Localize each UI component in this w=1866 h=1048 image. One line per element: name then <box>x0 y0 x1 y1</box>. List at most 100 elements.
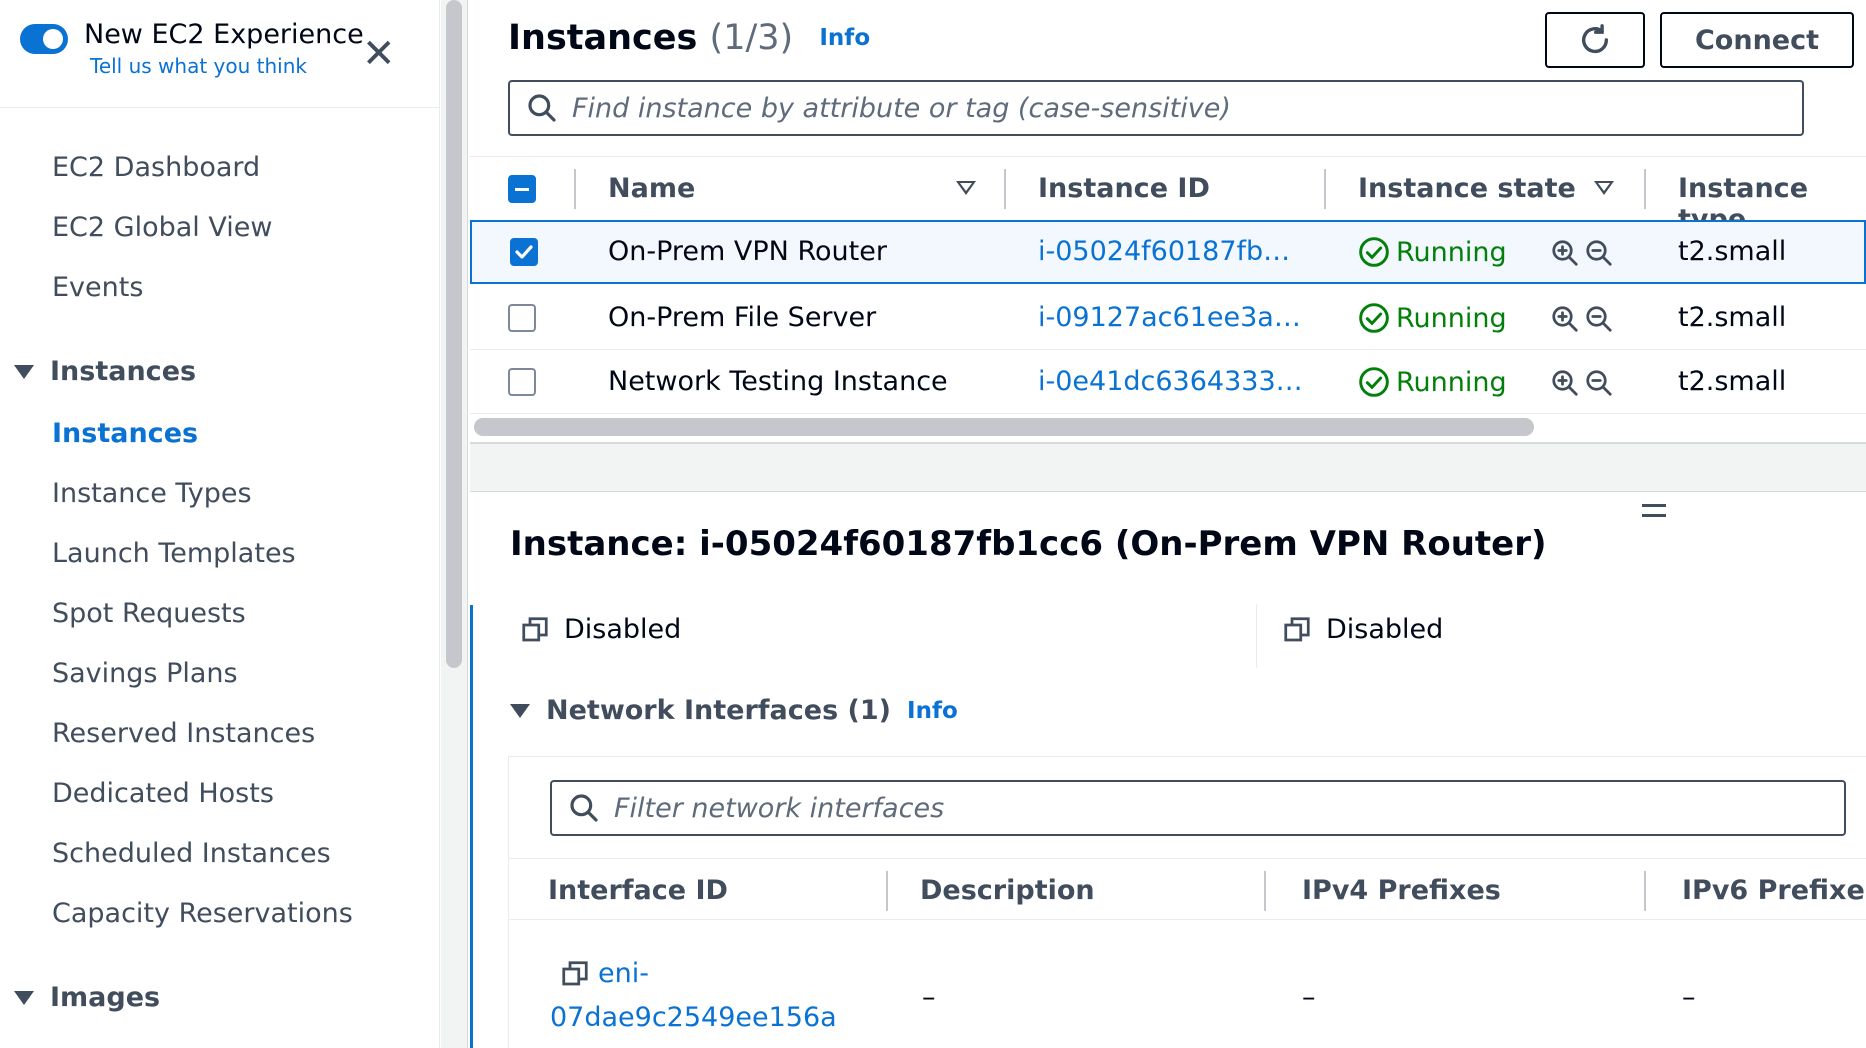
sidebar-item-events[interactable]: Events <box>52 272 143 303</box>
refresh-button[interactable] <box>1545 12 1645 68</box>
column-separator[interactable] <box>1644 169 1646 209</box>
info-link[interactable]: Info <box>819 25 870 51</box>
column-separator[interactable] <box>1004 169 1006 209</box>
refresh-icon <box>1581 24 1609 54</box>
sidebar-item-instances[interactable]: Instances <box>52 418 198 449</box>
sidebar-item-ec2-dashboard[interactable]: EC2 Dashboard <box>52 152 260 183</box>
search-placeholder: Find instance by attribute or tag (case-… <box>572 92 1231 124</box>
column-header-interface-id[interactable]: Interface ID <box>548 875 728 906</box>
sidebar-section-instances[interactable]: Instances <box>14 356 196 387</box>
filter-placeholder: Filter network interfaces <box>614 792 945 824</box>
ec2-console: New EC2 Experience Tell us what you thin… <box>0 0 1866 1048</box>
column-header-ipv6-prefixes[interactable]: IPv6 Prefixes <box>1682 875 1866 906</box>
filter-icon[interactable] <box>956 181 976 195</box>
copy-icon[interactable] <box>1282 615 1312 645</box>
sidebar-item-reserved-instances[interactable]: Reserved Instances <box>52 718 315 749</box>
sidebar-item-instance-types[interactable]: Instance Types <box>52 478 252 509</box>
split-panel-divider[interactable] <box>470 442 1866 492</box>
copy-icon[interactable] <box>560 959 590 989</box>
new-experience-label: New EC2 Experience <box>84 19 364 50</box>
instance-type: t2.small <box>1678 302 1787 333</box>
search-icon <box>528 94 556 122</box>
interface-id-cell: eni- <box>560 958 649 989</box>
detail-item-disabled: Disabled <box>520 614 681 645</box>
column-header-description[interactable]: Description <box>920 875 1095 906</box>
sidebar-scrollbar-thumb[interactable] <box>446 0 462 668</box>
sidebar-item-launch-templates[interactable]: Launch Templates <box>52 538 296 569</box>
instance-state: Running <box>1358 366 1507 398</box>
column-header-instance-state[interactable]: Instance state <box>1358 173 1576 204</box>
new-experience-text: New EC2 Experience Tell us what you thin… <box>84 18 364 80</box>
sidebar-item-capacity-reservations[interactable]: Capacity Reservations <box>52 898 353 929</box>
table-horizontal-scrollbar[interactable] <box>474 418 1534 436</box>
new-experience-toggle[interactable] <box>20 24 68 54</box>
instance-id-link[interactable]: i-0e41dc6364333… <box>1038 366 1303 397</box>
check-icon <box>515 245 533 259</box>
instance-state-text: Running <box>1396 236 1507 268</box>
copy-icon[interactable] <box>520 615 550 645</box>
row-checkbox[interactable] <box>510 238 538 266</box>
table-row[interactable]: On-Prem VPN Router i-05024f60187fb… Runn… <box>470 220 1866 284</box>
zoom-out-icon[interactable] <box>1584 304 1614 334</box>
instance-name: Network Testing Instance <box>608 366 948 397</box>
zoom-in-icon[interactable] <box>1550 304 1580 334</box>
column-separator <box>574 169 576 209</box>
sidebar-divider <box>0 107 440 108</box>
drag-handle-icon[interactable] <box>1642 504 1666 524</box>
sidebar-item-scheduled-instances[interactable]: Scheduled Instances <box>52 838 331 869</box>
feedback-link[interactable]: Tell us what you think <box>90 52 364 80</box>
success-check-icon <box>1359 367 1389 397</box>
search-icon <box>570 794 598 822</box>
column-separator[interactable] <box>1324 169 1326 209</box>
sidebar-item-savings-plans[interactable]: Savings Plans <box>52 658 238 689</box>
sidebar-item-ec2-global-view[interactable]: EC2 Global View <box>52 212 272 243</box>
column-separator[interactable] <box>1264 871 1266 911</box>
connect-button[interactable]: Connect <box>1660 12 1854 68</box>
instance-search-input[interactable]: Find instance by attribute or tag (case-… <box>508 80 1804 136</box>
zoom-in-icon[interactable] <box>1550 238 1580 268</box>
caret-down-icon <box>14 364 34 379</box>
row-checkbox[interactable] <box>508 368 536 396</box>
detail-value: Disabled <box>1326 614 1444 645</box>
table-row[interactable]: Network Testing Instance i-0e41dc6364333… <box>470 350 1866 414</box>
column-separator[interactable] <box>1644 871 1646 911</box>
details-panel-accent <box>470 605 473 1048</box>
sidebar-item-dedicated-hosts[interactable]: Dedicated Hosts <box>52 778 274 809</box>
caret-down-icon <box>14 990 34 1005</box>
column-separator[interactable] <box>886 871 888 911</box>
zoom-out-icon[interactable] <box>1584 238 1614 268</box>
instance-state: Running <box>1358 236 1507 268</box>
selection-count: (1/3) <box>709 18 794 58</box>
detail-column-separator <box>1256 604 1257 668</box>
column-header-ipv4-prefixes[interactable]: IPv4 Prefixes <box>1302 875 1501 906</box>
detail-item-disabled: Disabled <box>1282 614 1443 645</box>
instance-type: t2.small <box>1678 366 1787 397</box>
select-all-checkbox[interactable] <box>508 175 536 203</box>
column-header-instance-id[interactable]: Instance ID <box>1038 173 1210 204</box>
zoom-out-icon[interactable] <box>1584 368 1614 398</box>
filter-icon[interactable] <box>1594 181 1614 195</box>
network-interfaces-info-link[interactable]: Info <box>907 698 958 724</box>
new-experience-toggle-row: New EC2 Experience Tell us what you thin… <box>20 18 364 80</box>
instance-id-link[interactable]: i-05024f60187fb… <box>1038 236 1290 267</box>
network-interfaces-header[interactable]: Network Interfaces (1) Info <box>510 695 958 726</box>
sidebar-section-images[interactable]: Images <box>14 982 160 1013</box>
zoom-in-icon[interactable] <box>1550 368 1580 398</box>
network-interfaces-filter-input[interactable]: Filter network interfaces <box>550 780 1846 836</box>
state-zoom-controls <box>1550 368 1614 398</box>
close-icon[interactable]: ✕ <box>362 34 396 74</box>
sidebar-item-spot-requests[interactable]: Spot Requests <box>52 598 246 629</box>
network-interfaces-title: Network Interfaces (1) <box>546 695 892 726</box>
table-row[interactable]: On-Prem File Server i-09127ac61ee3a… Run… <box>470 286 1866 350</box>
interface-id-link-part1[interactable]: eni- <box>598 958 649 989</box>
interface-id-link-part2[interactable]: 07dae9c2549ee156a <box>550 1002 837 1033</box>
instance-name: On-Prem File Server <box>608 302 877 333</box>
main-content: Instances (1/3) Info Connect Find instan… <box>470 0 1866 1048</box>
caret-down-icon <box>510 703 530 718</box>
state-zoom-controls <box>1550 304 1614 334</box>
page-title: Instances (1/3) Info <box>508 18 870 58</box>
column-header-name[interactable]: Name <box>608 173 695 204</box>
row-checkbox[interactable] <box>508 304 536 332</box>
instance-state: Running <box>1358 302 1507 334</box>
instance-id-link[interactable]: i-09127ac61ee3a… <box>1038 302 1301 333</box>
